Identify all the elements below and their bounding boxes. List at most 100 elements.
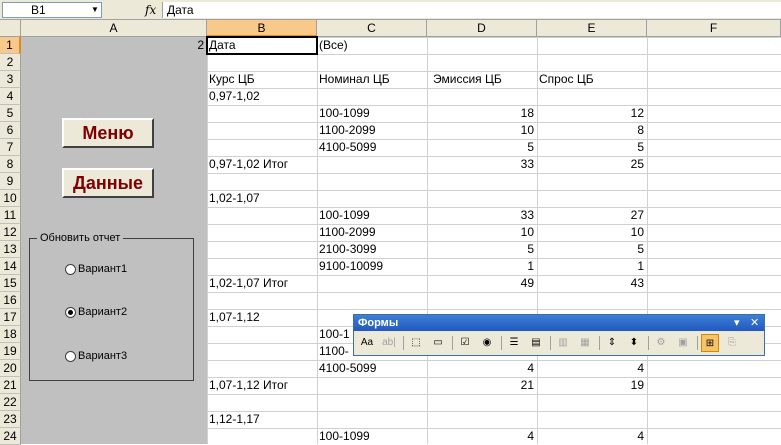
cell-spros[interactable]: 4: [539, 428, 644, 445]
cell-nominal[interactable]: [319, 190, 424, 207]
row-header-20[interactable]: 20: [0, 360, 21, 377]
column-header-e[interactable]: E: [537, 20, 647, 37]
cell-spros[interactable]: 27: [539, 207, 644, 224]
cell-emissiya[interactable]: 5: [429, 139, 534, 156]
cell-kurs[interactable]: 0,97-1,02 Итог: [209, 156, 314, 173]
cell-kurs[interactable]: 1,07-1,12: [209, 309, 314, 326]
row-header-24[interactable]: 24: [0, 428, 21, 445]
column-header-a[interactable]: A: [21, 20, 207, 37]
column-header-b[interactable]: B: [207, 20, 317, 37]
properties-tool-icon[interactable]: ⚙: [652, 334, 670, 352]
cell-kurs[interactable]: [209, 139, 314, 156]
name-box[interactable]: B1: [2, 2, 102, 18]
cell-spros[interactable]: [539, 190, 644, 207]
row-header-16[interactable]: 16: [0, 292, 21, 309]
function-icon[interactable]: fx: [145, 2, 156, 18]
combobox-tool-icon[interactable]: ▤: [527, 334, 545, 352]
cell-spros[interactable]: 19: [539, 377, 644, 394]
row-header-5[interactable]: 5: [0, 105, 21, 122]
cell-kurs[interactable]: 1,07-1,12 Итог: [209, 377, 314, 394]
cell-kurs[interactable]: [209, 326, 314, 343]
cell-kurs[interactable]: 1,02-1,07: [209, 190, 314, 207]
row-header-2[interactable]: 2: [0, 54, 21, 71]
cell-kurs[interactable]: 1,12-1,17: [209, 411, 314, 428]
cell-spros[interactable]: 10: [539, 224, 644, 241]
cell-spros[interactable]: [539, 411, 644, 428]
chevron-down-icon[interactable]: ▼: [88, 2, 102, 18]
data-button[interactable]: Данные: [62, 168, 154, 198]
cell-emissiya[interactable]: [429, 88, 534, 105]
row-header-8[interactable]: 8: [0, 156, 21, 173]
cell-kurs[interactable]: [209, 343, 314, 360]
cell-nominal[interactable]: [319, 88, 424, 105]
cell-nominal[interactable]: 1100-2099: [319, 122, 424, 139]
cell-nominal[interactable]: [319, 156, 424, 173]
cell-nominal[interactable]: 4100-5099: [319, 139, 424, 156]
cell-emissiya[interactable]: 33: [429, 207, 534, 224]
row-header-17[interactable]: 17: [0, 309, 21, 326]
cell-kurs[interactable]: 0,97-1,02: [209, 88, 314, 105]
radio-variant3[interactable]: Вариант3: [65, 349, 127, 363]
header-kurs[interactable]: Курс ЦБ: [209, 71, 314, 88]
cell-spros[interactable]: 5: [539, 241, 644, 258]
cell-spros[interactable]: 25: [539, 156, 644, 173]
cell-nominal[interactable]: 100-1099: [319, 105, 424, 122]
code-tool-icon[interactable]: ▣: [674, 334, 692, 352]
cell-a1[interactable]: 2: [21, 37, 204, 54]
cell-spros[interactable]: [539, 88, 644, 105]
cell-kurs[interactable]: [209, 105, 314, 122]
cell-kurs[interactable]: [209, 360, 314, 377]
cell-emissiya[interactable]: 18: [429, 105, 534, 122]
cell-nominal[interactable]: [319, 411, 424, 428]
editbox-tool-icon[interactable]: ab|: [380, 334, 398, 352]
row-header-3[interactable]: 3: [0, 71, 21, 88]
groupbox-tool-icon[interactable]: ⬚: [407, 334, 425, 352]
row-header-11[interactable]: 11: [0, 207, 21, 224]
row-header-14[interactable]: 14: [0, 258, 21, 275]
cell-c1-filter-value[interactable]: (Все): [319, 37, 424, 54]
row-header-6[interactable]: 6: [0, 122, 21, 139]
cell-nominal[interactable]: [319, 377, 424, 394]
cell-nominal[interactable]: 4100-5099: [319, 360, 424, 377]
row-header-15[interactable]: 15: [0, 275, 21, 292]
row-header-4[interactable]: 4: [0, 88, 21, 105]
cell-emissiya[interactable]: [429, 411, 534, 428]
row-header-13[interactable]: 13: [0, 241, 21, 258]
row-header-7[interactable]: 7: [0, 139, 21, 156]
listbox-tool-icon[interactable]: ☰: [505, 334, 523, 352]
cell-nominal[interactable]: [319, 275, 424, 292]
toolbar-close-icon[interactable]: ✕: [750, 315, 759, 331]
column-header-d[interactable]: D: [427, 20, 537, 37]
cell-nominal[interactable]: 100-1099: [319, 428, 424, 445]
combolist-tool-icon[interactable]: ▥: [554, 334, 572, 352]
cell-spros[interactable]: 12: [539, 105, 644, 122]
cell-emissiya[interactable]: 5: [429, 241, 534, 258]
label-tool-icon[interactable]: Aa: [358, 334, 376, 352]
cell-kurs[interactable]: [209, 241, 314, 258]
cell-kurs[interactable]: [209, 224, 314, 241]
grid-tool-icon[interactable]: ⊞: [701, 334, 719, 352]
forms-toolbar[interactable]: Формы ▾ ✕ Aa ab| ⬚ ▭ ☑ ◉ ☰ ▤ ▥ ▦ ⇕ ⬍ ⚙ ▣ ⊞ ⎘: [353, 314, 765, 356]
cell-nominal[interactable]: 2100-3099: [319, 241, 424, 258]
row-header-23[interactable]: 23: [0, 411, 21, 428]
cell-kurs[interactable]: 1,02-1,07 Итог: [209, 275, 314, 292]
cell-kurs[interactable]: [209, 207, 314, 224]
cell-emissiya[interactable]: 10: [429, 224, 534, 241]
radio-variant1[interactable]: Вариант1: [65, 262, 127, 276]
cell-emissiya[interactable]: 4: [429, 428, 534, 445]
cell-spros[interactable]: 1: [539, 258, 644, 275]
row-header-10[interactable]: 10: [0, 190, 21, 207]
row-header-19[interactable]: 19: [0, 343, 21, 360]
cell-kurs[interactable]: [209, 258, 314, 275]
checkbox-tool-icon[interactable]: ☑: [456, 334, 474, 352]
row-header-1[interactable]: 1: [0, 37, 21, 54]
header-emissiya[interactable]: Эмиссия ЦБ: [433, 71, 533, 88]
row-header-12[interactable]: 12: [0, 224, 21, 241]
scrollbar-tool-icon[interactable]: ⇕: [603, 334, 621, 352]
radio-variant2[interactable]: Вариант2: [65, 305, 127, 319]
row-header-18[interactable]: 18: [0, 326, 21, 343]
row-header-22[interactable]: 22: [0, 394, 21, 411]
cell-nominal[interactable]: 1100-2099: [319, 224, 424, 241]
combodropdown-tool-icon[interactable]: ▦: [576, 334, 594, 352]
cell-spros[interactable]: 4: [539, 360, 644, 377]
